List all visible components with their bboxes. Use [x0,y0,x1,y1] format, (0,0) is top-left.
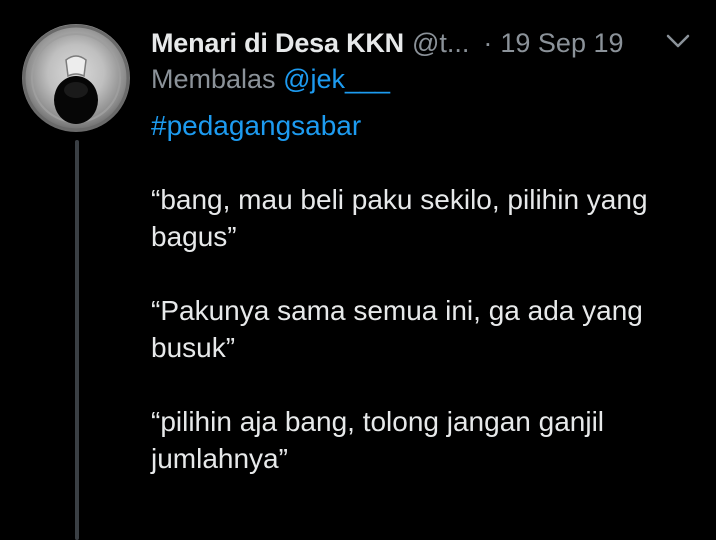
header-separator: · [483,27,493,58]
chevron-down-icon[interactable] [664,30,692,52]
avatar[interactable] [22,24,130,132]
tweet-paragraph: “bang, mau beli paku sekilo, pilihin yan… [151,184,648,252]
reply-mention-link[interactable]: @jek___ [283,64,390,94]
tweet: Menari di Desa KKN @t... · 19 Sep 19 Mem… [0,0,716,540]
avatar-image [22,24,130,132]
reply-context: Membalas @jek___ [151,64,390,95]
tweet-paragraph: “Pakunya sama semua ini, ga ada yang bus… [151,295,643,363]
thread-line [75,140,79,540]
tweet-body: #pedagangsabar “bang, mau beli paku seki… [151,107,691,514]
author-name[interactable]: Menari di Desa KKN [151,28,404,59]
tweet-paragraph: “pilihin aja bang, tolong jangan ganjil … [151,406,605,474]
author-handle[interactable]: @t... [412,28,469,59]
reply-prefix: Membalas [151,64,276,94]
tweet-date[interactable]: 19 Sep 19 [500,28,623,59]
hashtag-link[interactable]: #pedagangsabar [151,107,691,144]
tweet-header: Menari di Desa KKN @t... · 19 Sep 19 [151,23,691,63]
